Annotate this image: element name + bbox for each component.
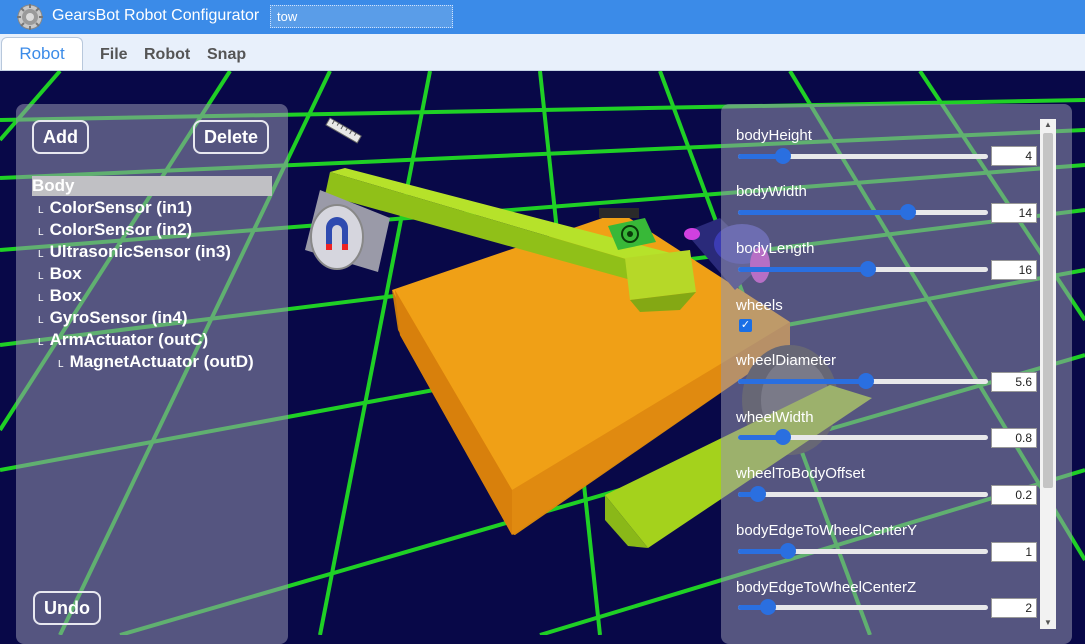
tab-robot[interactable]: Robot <box>1 37 83 70</box>
tree-item-label: GyroSensor (in4) <box>49 308 188 327</box>
tree-marker: L <box>38 337 44 348</box>
value-input-wheeltobodyoffset[interactable]: 0.2 <box>991 485 1037 505</box>
slider-thumb[interactable] <box>760 599 776 615</box>
value-input-bodyedgetowheelcenterz[interactable]: 2 <box>991 598 1037 618</box>
slider-thumb[interactable] <box>857 373 874 389</box>
prop-label-wheeltobodyoffset: wheelToBodyOffset <box>736 465 865 482</box>
prop-label-wheeldiameter: wheelDiameter <box>736 352 837 369</box>
tree-item-colorsensor-in1[interactable]: L ColorSensor (in1) <box>38 198 192 218</box>
scroll-down-icon[interactable]: ▼ <box>1040 617 1056 629</box>
wheels-checkbox[interactable]: ✓ <box>739 319 752 332</box>
value-input-wheeldiameter[interactable]: 5.6 <box>991 372 1037 392</box>
tree-item-gyro[interactable]: L GyroSensor (in4) <box>38 308 187 328</box>
tree-item-label: Box <box>49 264 82 283</box>
value-input-bodylength[interactable]: 16 <box>991 260 1037 280</box>
tree-item-label: ColorSensor (in2) <box>49 220 193 239</box>
scroll-thumb[interactable] <box>1043 133 1053 488</box>
slider-thumb[interactable] <box>775 148 791 164</box>
slider-wheeltobodyoffset[interactable] <box>738 486 988 502</box>
tree-marker: L <box>38 205 44 216</box>
tree-item-box-2[interactable]: L Box <box>38 286 82 306</box>
slider-fill <box>738 267 868 272</box>
slider-bodywidth[interactable] <box>738 204 988 220</box>
tree-item-body[interactable]: Body <box>32 176 272 196</box>
tree-item-magnet[interactable]: L MagnetActuator (outD) <box>58 352 254 372</box>
menu-bar: Robot File Robot Snap <box>0 34 1085 71</box>
add-button[interactable]: Add <box>32 120 89 154</box>
prop-label-wheelwidth: wheelWidth <box>736 409 814 426</box>
tree-item-label: UltrasonicSensor (in3) <box>49 242 231 261</box>
tree-item-colorsensor-in2[interactable]: L ColorSensor (in2) <box>38 220 192 240</box>
slider-thumb[interactable] <box>750 486 766 502</box>
gear-icon <box>17 4 43 30</box>
value-input-bodywidth[interactable]: 14 <box>991 203 1037 223</box>
prop-label-bodyheight: bodyHeight <box>736 127 812 144</box>
prop-label-bodylength: bodyLength <box>736 240 815 257</box>
slider-thumb[interactable] <box>860 261 876 277</box>
properties-scrollbar[interactable]: ▲ ▼ <box>1040 119 1056 629</box>
prop-label-wheels: wheels <box>736 297 783 314</box>
tree-marker: L <box>38 293 44 304</box>
slider-bodyheight[interactable] <box>738 148 988 164</box>
tree-item-ultrasonic[interactable]: L UltrasonicSensor (in3) <box>38 242 231 262</box>
value-input-bodyedgetowheelcentery[interactable]: 1 <box>991 542 1037 562</box>
slider-fill <box>738 210 908 215</box>
delete-button[interactable]: Delete <box>193 120 270 154</box>
tree-marker: L <box>38 249 44 260</box>
slider-fill <box>738 379 866 384</box>
title-bar: GearsBot Robot Configurator <box>0 0 1085 34</box>
scroll-up-icon[interactable]: ▲ <box>1040 119 1056 131</box>
prop-label-bodyedgetowheelcenterz: bodyEdgeToWheelCenterZ <box>736 579 917 596</box>
slider-thumb[interactable] <box>900 204 916 220</box>
sensor-base <box>599 208 639 218</box>
slider-thumb[interactable] <box>775 429 791 445</box>
slider-wheeldiameter[interactable] <box>738 373 988 389</box>
tree-marker: L <box>58 359 64 370</box>
prop-label-bodyedgetowheelcentery: bodyEdgeToWheelCenterY <box>736 522 917 539</box>
slider-bodyedgetowheelcenterz[interactable] <box>738 599 988 615</box>
value-input-wheelwidth[interactable]: 0.8 <box>991 428 1037 448</box>
value-input-bodyheight[interactable]: 4 <box>991 146 1037 166</box>
tree-item-arm[interactable]: L ArmActuator (outC) <box>38 330 208 350</box>
menu-snap[interactable]: Snap <box>207 46 246 64</box>
slider-bodyedgetowheelcentery[interactable] <box>738 543 988 559</box>
prop-label-bodywidth: bodyWidth <box>736 183 807 200</box>
menu-file[interactable]: File <box>100 46 128 64</box>
slider-wheelwidth[interactable] <box>738 429 988 445</box>
slider-thumb[interactable] <box>780 543 796 559</box>
tree-marker: L <box>38 271 44 282</box>
tree-marker: L <box>38 227 44 238</box>
tree-item-label: MagnetActuator (outD) <box>69 352 254 371</box>
undo-button[interactable]: Undo <box>33 591 101 625</box>
slider-bodylength[interactable] <box>738 261 988 277</box>
tree-item-label: ColorSensor (in1) <box>49 198 193 217</box>
tree-marker: L <box>38 315 44 326</box>
tree-item-label: ArmActuator (outC) <box>49 330 209 349</box>
app-title: GearsBot Robot Configurator <box>52 7 260 24</box>
tree-item-box-1[interactable]: L Box <box>38 264 82 284</box>
tree-item-label: Box <box>49 286 82 305</box>
robot-name-input[interactable] <box>270 5 453 28</box>
menu-robot[interactable]: Robot <box>144 46 190 64</box>
